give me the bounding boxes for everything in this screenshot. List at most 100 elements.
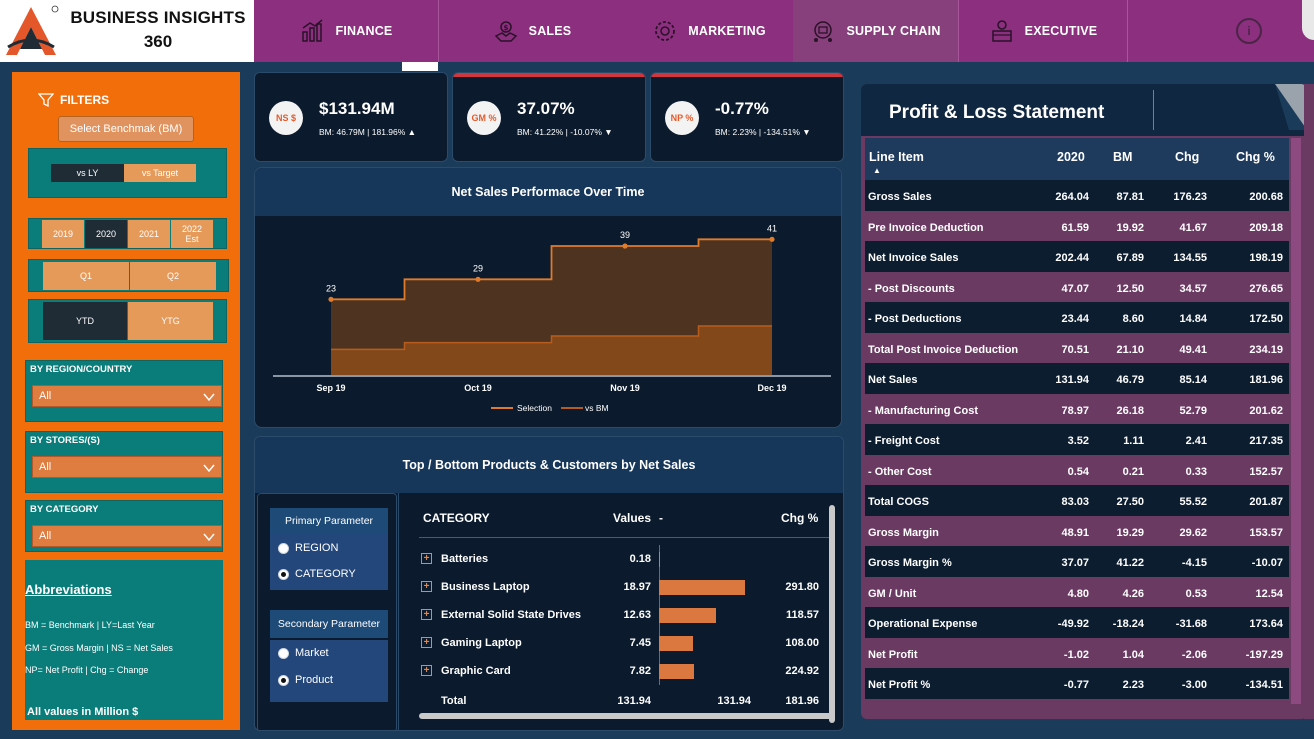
expand-icon[interactable]: + [421,609,432,620]
category-filter-label: BY CATEGORY [30,504,99,515]
radio-product[interactable]: Product [278,674,333,686]
pl-header-chg[interactable]: Chg [1175,150,1199,164]
pl-cell: 1.11 [1123,435,1144,447]
pl-cell: 26.18 [1116,404,1144,417]
pl-cell: 0.53 [1185,587,1207,600]
product-chg: 291.80 [785,581,819,593]
radio-category[interactable]: CATEGORY [278,568,356,580]
pl-row: - Post Deductions 23.44 8.60 14.84 172.50 [865,302,1289,333]
pl-column-headers: Line Item ▲ 2020 BM Chg Chg % [865,138,1289,180]
pl-header-2020[interactable]: 2020 [1057,150,1085,164]
ytg-button[interactable]: YTG [128,302,213,340]
product-chg: 108.00 [785,637,819,649]
primary-parameter-title: Primary Parameter [270,508,388,534]
pl-row: Gross Margin 48.91 19.29 29.62 153.57 [865,515,1289,546]
product-row[interactable]: + Graphic Card 7.82 224.92 [419,657,833,685]
selection-point [328,296,334,302]
pl-header-bm[interactable]: BM [1113,150,1132,164]
category-dropdown[interactable]: All [32,525,222,547]
tab-supply-chain[interactable]: SUPPLY CHAIN [793,0,958,62]
pl-cell: 19.29 [1116,526,1144,539]
kpi-net-profit-card[interactable]: NP % -0.77% BM: 2.23% | -134.51% ▼ [650,72,844,162]
pl-cell: 131.94 [1055,374,1089,386]
active-page-marker [402,62,438,71]
kpi-value: $131.94M [319,99,395,118]
column-header-chg[interactable]: Chg % [781,511,818,525]
stores-dropdown-value: All [39,461,52,473]
region-filter-label: BY REGION/COUNTRY [30,364,133,375]
info-icon[interactable]: i [1236,18,1262,44]
radio-label: CATEGORY [295,568,356,580]
pl-title-divider [1153,90,1154,130]
pl-scrollbar[interactable] [1291,138,1301,704]
kpi-badge: GM % [467,101,501,135]
pl-cell: 67.89 [1116,252,1144,264]
tab-marketing[interactable]: MARKETING [625,0,793,62]
expand-icon[interactable]: + [421,581,432,592]
brand-logo-icon [6,5,59,55]
expand-icon[interactable]: + [421,665,432,676]
vertical-scrollbar[interactable] [829,505,835,723]
pl-cell: 23.44 [1061,313,1089,325]
product-row[interactable]: + Batteries 0.18 [419,545,833,573]
pl-cell: -18.24 [1112,618,1144,630]
selection-point [769,236,775,242]
pl-cell: 276.65 [1249,282,1283,295]
expand-icon[interactable]: + [421,553,432,564]
kpi-topbar [453,73,645,77]
category-filter: BY CATEGORY All [25,500,223,552]
product-row[interactable]: + Business Laptop 18.97 291.80 [419,573,833,601]
radio-market[interactable]: Market [278,647,329,659]
stores-dropdown[interactable]: All [32,456,222,478]
nav-divider [1127,0,1128,62]
tab-finance[interactable]: FINANCE [254,0,438,62]
kpi-gross-margin-card[interactable]: GM % 37.07% BM: 41.22% | -10.07% ▼ [452,72,646,162]
pl-cell: Gross Margin [868,526,939,539]
products-title: Top / Bottom Products & Customers by Net… [255,437,843,493]
horizontal-scrollbar[interactable] [419,713,833,719]
kpi-net-sales-card[interactable]: NS $ $131.94M BM: 46.79M | 181.96% ▲ [254,72,448,162]
year-selector: 2019 2020 2021 2022 Est [28,218,227,249]
pl-cell: Total Post Invoice Deduction [868,343,1019,356]
filter-header: FILTERS [38,92,109,108]
radio-region[interactable]: REGION [278,542,338,554]
quarter-q2-button[interactable]: Q2 [130,262,216,290]
year-2022-est-button[interactable]: 2022 Est [171,220,213,248]
pl-header-chg-pct[interactable]: Chg % [1236,150,1275,164]
kpi-value: 37.07% [517,99,575,118]
pl-cell: - Post Deductions [868,313,962,325]
pl-cell: Net Invoice Sales [868,252,959,264]
total-value: 131.94 [617,695,651,707]
pl-row: Net Invoice Sales 202.44 67.89 134.55 198.19 [865,241,1289,272]
vs-target-button[interactable]: vs Target [124,164,196,182]
select-benchmark-button[interactable]: Select Benchmak (BM) [58,116,194,142]
kpi-benchmark: BM: 41.22% | -10.07% ▼ [517,127,613,137]
product-bar [659,608,717,623]
product-name: External Solid State Drives [441,609,581,621]
tab-sales[interactable]: $ SALES [439,0,625,62]
product-chg: 224.92 [785,665,819,677]
product-row[interactable]: + Gaming Laptop 7.45 108.00 [419,629,833,657]
filter-title: FILTERS [60,93,110,107]
column-header-values[interactable]: Values [613,511,651,525]
vs-ly-button[interactable]: vs LY [51,164,124,182]
quarter-q1-button[interactable]: Q1 [43,262,129,290]
radio-button [278,542,289,554]
region-dropdown[interactable]: All [32,385,222,407]
year-2019-button[interactable]: 2019 [42,220,84,248]
ytd-button[interactable]: YTD [43,302,127,340]
product-bar [659,552,660,567]
product-row[interactable]: + External Solid State Drives 12.63 118.57 [419,601,833,629]
year-2021-button[interactable]: 2021 [128,220,170,248]
pl-cell: 152.57 [1249,465,1283,478]
product-value: 12.63 [623,609,651,621]
pl-header-line-item[interactable]: Line Item [869,150,924,164]
x-tick-label: Dec 19 [757,383,786,393]
year-2020-button[interactable]: 2020 [85,220,127,248]
pl-cell: 2.41 [1185,435,1207,447]
tab-executive[interactable]: EXECUTIVE [959,0,1127,62]
expand-icon[interactable]: + [421,637,432,648]
column-header-bar[interactable]: - [659,511,663,525]
secondary-parameter-title: Secondary Parameter [270,610,388,638]
column-header-category[interactable]: CATEGORY [423,511,490,525]
